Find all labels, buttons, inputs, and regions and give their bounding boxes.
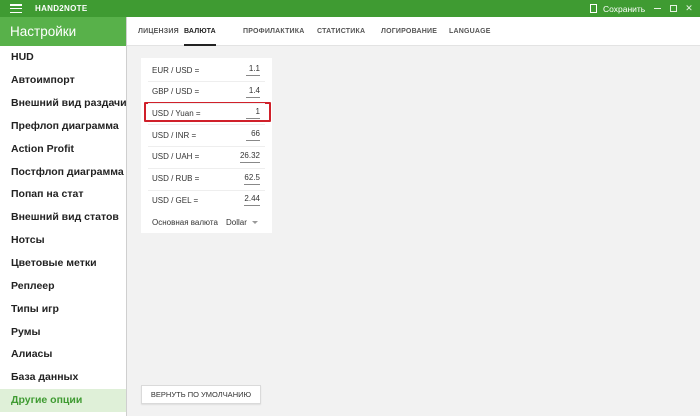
rate-row: USD / Yuan = 1 <box>141 103 272 123</box>
rate-label: USD / GEL = <box>152 195 199 205</box>
rate-input[interactable]: 1.1 <box>246 64 260 76</box>
window-controls: ✕ <box>650 0 696 17</box>
rate-input[interactable]: 62.5 <box>244 173 260 185</box>
rate-input[interactable]: 2.44 <box>244 194 260 207</box>
rate-label: USD / INR = <box>152 130 197 140</box>
active-tab-indicator <box>184 44 216 46</box>
rate-row: USD / UAH = 26.32 <box>141 147 272 167</box>
rate-label: USD / RUB = <box>152 174 200 183</box>
save-label: Сохранить <box>603 3 646 14</box>
rate-row: GBP / USD = 1.4 <box>141 82 272 102</box>
sidebar-item[interactable]: Внешний вид статов <box>0 206 126 229</box>
sidebar-item[interactable]: Цветовые метки <box>0 252 126 275</box>
sidebar-item[interactable]: Румы <box>0 320 126 343</box>
sidebar-item[interactable]: Постфлоп диаграмма <box>0 160 126 183</box>
hamburger-icon[interactable] <box>10 4 22 13</box>
tab-label: ВАЛЮТА <box>184 28 216 35</box>
app-title: HAND2NOTE <box>35 4 88 13</box>
sidebar-item[interactable]: HUD <box>0 46 126 69</box>
tab-label: СТАТИСТИКА <box>317 28 366 35</box>
rate-input[interactable]: 26.32 <box>239 151 260 163</box>
rate-row: USD / GEL = 2.44 <box>141 190 272 210</box>
document-icon <box>590 4 597 13</box>
base-currency-row: Основная валюта Dollar <box>141 212 272 232</box>
rate-label: EUR / USD = <box>152 65 200 75</box>
sidebar-item[interactable]: Другие опции <box>0 388 126 412</box>
sidebar-item[interactable]: База данных <box>0 366 126 389</box>
sidebar-item[interactable]: Попап на стат <box>0 183 126 206</box>
rate-input[interactable]: 1 <box>246 107 260 120</box>
main-panel: ЛИЦЕНЗИЯ ВАЛЮТА ПРОФИЛАКТИКА СТАТИСТИКА ЛОГИ… <box>126 17 700 416</box>
close-icon: ✕ <box>685 3 693 13</box>
tab[interactable]: СТАТИСТИКА <box>317 17 365 46</box>
close-button[interactable]: ✕ <box>682 0 696 17</box>
reset-defaults-button[interactable]: ВЕРНУТЬ ПО УМОЛЧАНИЮ <box>141 385 261 404</box>
sidebar-item[interactable]: Алиасы <box>0 343 126 366</box>
sidebar-item[interactable]: Реплеер <box>0 274 126 297</box>
rate-label: USD / Yuan = <box>152 108 201 118</box>
currency-card: Основная валюта Dollar EUR / USD = 1.1 GBP… <box>141 58 272 233</box>
sidebar-item[interactable]: Типы игр <box>0 297 126 320</box>
rate-label: GBP / USD = <box>152 87 200 97</box>
rate-input[interactable]: 66 <box>246 129 260 142</box>
base-currency-label: Основная валюта <box>152 217 218 227</box>
tab-label: ПРОФИЛАКТИКА <box>243 28 305 35</box>
tab[interactable]: LANGUAGE <box>449 17 491 46</box>
tab-label: ЛОГИРОВАНИЕ <box>381 28 438 35</box>
save-button[interactable]: Сохранить <box>590 0 645 17</box>
rate-input[interactable]: 1.4 <box>246 86 260 98</box>
sidebar-item[interactable]: Внешний вид раздачи <box>0 92 127 115</box>
tab[interactable]: ЛОГИРОВАНИЕ <box>381 17 437 46</box>
minimize-button[interactable] <box>650 0 664 17</box>
tab[interactable]: ВАЛЮТА <box>184 17 216 46</box>
maximize-button[interactable] <box>666 0 680 17</box>
sidebar-list: HUD Автоимпорт Внешний вид раздачи Префлоп … <box>0 46 127 412</box>
settings-sidebar: Настройки HUD Автоимпорт Внешний вид разда… <box>0 17 127 416</box>
chevron-down-icon <box>251 220 258 224</box>
rate-label: USD / UAH = <box>152 152 200 162</box>
sidebar-item[interactable]: Префлоп диаграмма <box>0 115 126 138</box>
maximize-icon <box>669 5 677 12</box>
tab-label: ЛИЦЕНЗИЯ <box>138 28 179 35</box>
rate-row: EUR / USD = 1.1 <box>141 60 272 80</box>
title-bar: HAND2NOTE Сохранить ✕ <box>0 0 700 17</box>
tab-label: LANGUAGE <box>449 28 491 35</box>
tab[interactable]: ПРОФИЛАКТИКА <box>243 17 305 46</box>
tab-bar: ЛИЦЕНЗИЯ ВАЛЮТА ПРОФИЛАКТИКА СТАТИСТИКА ЛОГИ… <box>127 17 700 46</box>
sidebar-item[interactable]: Action Profit <box>0 137 126 160</box>
sidebar-item[interactable]: Нотсы <box>0 229 126 252</box>
rate-row: USD / RUB = 62.5 <box>141 169 272 189</box>
base-currency-select[interactable]: Dollar <box>226 218 258 227</box>
base-currency-value: Dollar <box>226 217 247 227</box>
sidebar-item[interactable]: Автоимпорт <box>0 69 126 92</box>
tab[interactable]: ЛИЦЕНЗИЯ <box>138 17 179 46</box>
rate-row: USD / INR = 66 <box>141 125 272 145</box>
minimize-icon <box>653 8 661 9</box>
sidebar-title: Настройки <box>0 17 126 46</box>
